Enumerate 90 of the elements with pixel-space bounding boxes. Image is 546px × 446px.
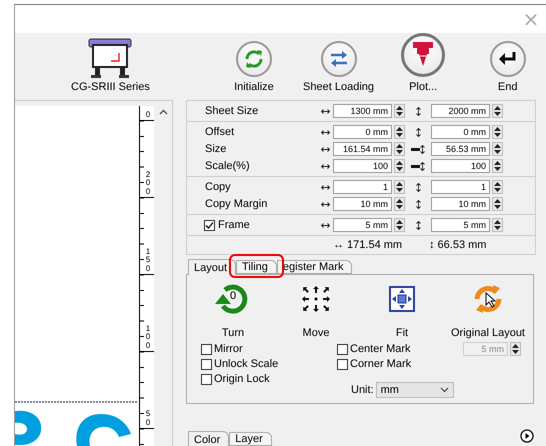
tool-button[interactable]: Original Layout	[445, 281, 531, 339]
spin-button[interactable]	[394, 142, 405, 156]
plotter-icon	[87, 37, 134, 79]
move-arrows-icon	[302, 286, 330, 312]
tool-button[interactable]: Move	[273, 281, 359, 339]
reset-cursor-icon	[472, 283, 504, 315]
spin-button[interactable]	[492, 180, 503, 194]
width-arrow-icon	[320, 222, 330, 228]
spin-button[interactable]	[492, 218, 503, 232]
spin-button[interactable]	[492, 104, 503, 118]
spin-button[interactable]	[510, 342, 521, 356]
number-field[interactable]: 1300 mm	[333, 104, 392, 118]
height-arrow-icon	[416, 220, 420, 230]
toolbar-button[interactable]: Initialize	[216, 41, 292, 93]
spin-button[interactable]	[492, 142, 503, 156]
cutter-icon	[413, 42, 434, 68]
spin-button[interactable]	[394, 218, 405, 232]
checkmark-icon	[205, 220, 214, 230]
height-arrow-icon	[420, 162, 425, 170]
ruler-label: 150	[144, 248, 152, 274]
spin-button[interactable]	[492, 197, 503, 211]
width-arrow-icon	[320, 184, 330, 190]
chevron-down-icon	[440, 387, 449, 393]
spin-button[interactable]	[394, 159, 405, 173]
width-arrow-icon	[320, 164, 330, 168]
height-arrow-icon	[416, 128, 420, 136]
toolbar-button[interactable]: Sheet Loading	[300, 41, 377, 93]
ruler-label: 100	[144, 324, 152, 351]
number-field[interactable]: 0 mm	[431, 125, 490, 139]
number-field[interactable]: 100	[431, 159, 490, 173]
spin-button[interactable]	[394, 104, 405, 118]
spin-button[interactable]	[394, 197, 405, 211]
rotation-value: 0	[230, 290, 236, 302]
width-arrow-icon	[320, 130, 330, 134]
number-field[interactable]: 10 mm	[333, 197, 392, 211]
row-label: Copy	[204, 181, 232, 193]
ruler-label: 50	[144, 410, 152, 428]
ruler-label: 200	[144, 170, 152, 197]
row-label: Sheet Size	[204, 105, 260, 117]
spin-button[interactable]	[492, 159, 503, 173]
tool-button[interactable]: 0 Turn	[193, 281, 273, 339]
height-arrow-icon	[420, 144, 425, 154]
play-circle-icon[interactable]	[520, 429, 534, 443]
row-label: Copy Margin	[204, 198, 268, 210]
width-arrow-icon	[320, 202, 330, 206]
toolbar-button[interactable]: End	[469, 41, 546, 93]
row-label: Scale(%)	[204, 160, 251, 172]
total-width: ↔ 171.54 mm	[333, 239, 404, 251]
number-field[interactable]: 1	[333, 180, 392, 194]
option-checkbox[interactable]: Corner Mark	[337, 357, 463, 371]
tab[interactable]: egister Mark	[276, 260, 352, 274]
refresh-icon	[242, 48, 265, 70]
number-field[interactable]: 161.54 mm	[333, 142, 392, 156]
number-field[interactable]: 5 mm	[431, 218, 490, 232]
number-field[interactable]: 10 mm	[431, 197, 490, 211]
option-checkbox[interactable]: Unlock Scale	[201, 357, 337, 371]
tab[interactable]: Tiling	[236, 260, 277, 274]
unit-dropdown[interactable]: mm	[376, 382, 454, 398]
option-checkbox[interactable]: Mirror	[201, 342, 337, 356]
total-height: ↕ 66.53 mm	[429, 239, 488, 251]
scroll-up-icon[interactable]	[158, 109, 168, 115]
swap-arrows-icon	[328, 50, 349, 68]
device-name: CG-SRIII Series	[71, 81, 150, 93]
number-field[interactable]: 1	[431, 180, 490, 194]
spin-button[interactable]	[394, 180, 405, 194]
spin-button[interactable]	[492, 125, 503, 139]
height-arrow-icon	[416, 106, 420, 116]
width-arrow-icon	[320, 108, 330, 114]
number-field[interactable]: 100	[333, 159, 392, 173]
row-label: Size	[204, 143, 228, 155]
tool-button[interactable]: Fit	[359, 281, 445, 339]
option-checkbox[interactable]: Center Mark	[337, 342, 463, 356]
number-field[interactable]: 5 mm	[333, 218, 392, 232]
row-label: Offset	[204, 126, 236, 138]
spin-button[interactable]	[394, 125, 405, 139]
number-field[interactable]: 2000 mm	[431, 104, 490, 118]
number-field[interactable]: 0 mm	[333, 125, 392, 139]
ruler-label: 0	[144, 111, 152, 120]
width-arrow-icon	[320, 146, 330, 152]
option-checkbox[interactable]: Origin Lock	[201, 372, 337, 386]
height-arrow-icon	[416, 200, 420, 208]
tab[interactable]: Layer	[229, 432, 272, 446]
tab[interactable]: Layout	[188, 259, 236, 275]
fit-arrows-icon	[389, 286, 415, 312]
toolbar-button[interactable]: Plot...	[384, 33, 462, 93]
height-arrow-icon	[416, 182, 420, 192]
frame-checkbox[interactable]: Frame	[187, 219, 317, 231]
tab[interactable]: Color	[188, 431, 230, 446]
number-field[interactable]: 56.53 mm	[431, 142, 490, 156]
unit-label: Unit:	[351, 384, 374, 396]
